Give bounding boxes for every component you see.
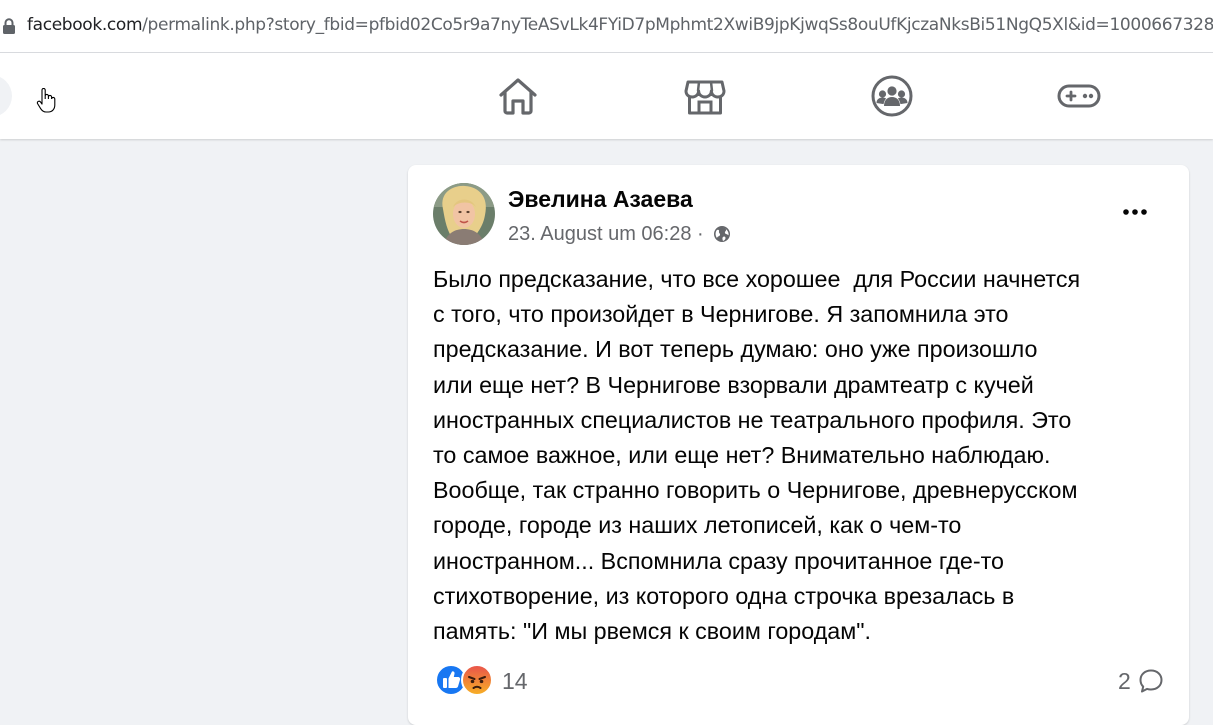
more-options-icon[interactable] [1115, 196, 1155, 228]
comment-count[interactable]: 2 [1118, 668, 1131, 695]
marketplace-icon[interactable] [683, 74, 727, 118]
url-text[interactable]: facebook.com/permalink.php?story_fbid=pf… [27, 15, 1213, 35]
groups-icon[interactable] [870, 74, 914, 118]
post-meta: 23. August um 06:28 · [508, 223, 731, 246]
post-timestamp[interactable]: 23. August um 06:28 [508, 223, 691, 245]
url-path: /permalink.php?story_fbid=pfbid02Co5r9a7… [142, 15, 1213, 35]
meta-separator: · [697, 223, 704, 245]
globe-icon[interactable] [713, 225, 731, 243]
angry-reaction-icon [461, 664, 493, 696]
top-navigation [0, 53, 1213, 139]
author-name[interactable]: Эвелина Азаева [508, 186, 693, 213]
gaming-icon[interactable] [1057, 74, 1101, 118]
hand-cursor-icon [36, 88, 56, 113]
comment-icon[interactable] [1138, 668, 1164, 694]
avatar-image [433, 183, 495, 245]
post-text: Было предсказание, что все хорошее для Р… [433, 266, 1081, 645]
url-host: facebook.com [27, 15, 143, 35]
reaction-count[interactable]: 14 [502, 668, 528, 695]
lock-icon[interactable] [2, 18, 16, 34]
home-icon[interactable] [496, 74, 540, 118]
address-bar[interactable]: facebook.com/permalink.php?story_fbid=pf… [0, 0, 1213, 53]
author-avatar[interactable] [433, 183, 495, 245]
